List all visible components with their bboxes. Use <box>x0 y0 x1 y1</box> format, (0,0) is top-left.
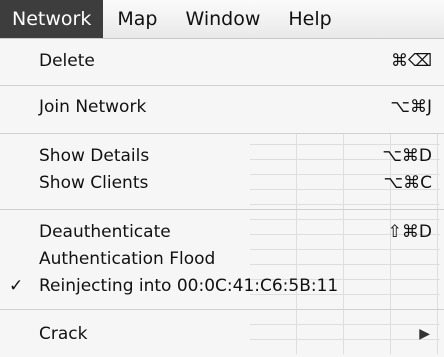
menubar-network[interactable]: Network <box>0 0 104 38</box>
menu-item-shortcut: ⌥⌘J <box>390 97 432 117</box>
menu-item-label: Reinjecting into 00:0C:41:C6:5B:11 <box>39 276 339 296</box>
menu-separator <box>0 209 444 210</box>
menu-item-label: Crack <box>39 324 88 344</box>
menu-separator <box>0 133 444 134</box>
menu-item-label: Delete <box>39 51 95 71</box>
menubar-help[interactable]: Help <box>274 0 345 38</box>
menu-item-label: Authentication Flood <box>39 249 216 269</box>
menu-item-label: Show Clients <box>39 173 149 193</box>
menu-item-delete[interactable]: Delete ⌘⌫ <box>0 48 444 74</box>
menu-item-join-network[interactable]: Join Network ⌥⌘J <box>0 94 444 120</box>
menu-item-shortcut: ⌥⌘D <box>382 146 432 166</box>
menu-item-deauthenticate[interactable]: Deauthenticate ⇧⌘D <box>0 219 444 245</box>
menu-separator <box>0 85 444 86</box>
menu-item-crack[interactable]: Crack ▶ <box>0 321 444 347</box>
menu-item-reinjecting[interactable]: ✓ Reinjecting into 00:0C:41:C6:5B:11 <box>0 273 444 299</box>
menu-item-label: Deauthenticate <box>39 222 171 242</box>
menu-separator <box>0 309 444 310</box>
menu-item-shortcut: ⌘⌫ <box>390 51 432 71</box>
menu-item-show-details[interactable]: Show Details ⌥⌘D <box>0 143 444 169</box>
network-dropdown-menu: Delete ⌘⌫ Join Network ⌥⌘J Show Details … <box>0 39 444 357</box>
menu-bar: Network Map Window Help <box>0 0 444 39</box>
submenu-arrow-icon: ▶ <box>419 326 430 342</box>
menu-item-label: Show Details <box>39 146 150 166</box>
checkmark-icon: ✓ <box>9 276 24 296</box>
menubar-window[interactable]: Window <box>171 0 274 38</box>
menu-item-show-clients[interactable]: Show Clients ⌥⌘C <box>0 170 444 196</box>
menubar-map[interactable]: Map <box>103 0 171 38</box>
menu-item-authentication-flood[interactable]: Authentication Flood <box>0 246 444 272</box>
menu-item-shortcut: ⌥⌘C <box>383 173 432 193</box>
menu-item-label: Join Network <box>39 97 147 117</box>
menu-item-shortcut: ⇧⌘D <box>387 222 432 242</box>
